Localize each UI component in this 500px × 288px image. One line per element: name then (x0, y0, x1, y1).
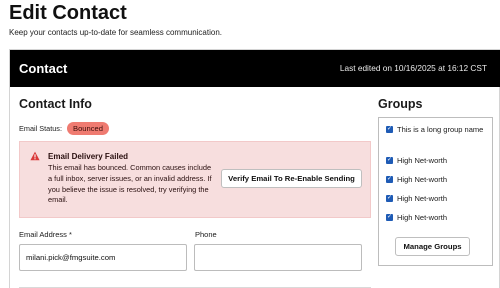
phone-label: Phone (195, 230, 217, 239)
card-header: Contact Last edited on 10/16/2025 at 16:… (10, 50, 500, 87)
alert-title: Email Delivery Failed (48, 152, 129, 161)
groups-panel: ✓ This is a long group name ✓ High Net-w… (378, 117, 493, 266)
email-field[interactable]: milani.pick@fmgsuite.com (19, 244, 187, 271)
checkbox-checked-icon[interactable]: ✓ (386, 157, 393, 164)
page-subtitle: Keep your contacts up-to-date for seamle… (9, 28, 222, 37)
contact-info-title: Contact Info (19, 97, 92, 111)
checkbox-checked-icon[interactable]: ✓ (386, 195, 393, 202)
group-item[interactable]: ✓ High Net-worth (386, 212, 447, 223)
group-label: High Net-worth (397, 194, 448, 203)
phone-field[interactable] (194, 244, 362, 271)
verify-email-button[interactable]: Verify Email To Re-Enable Sending (221, 169, 362, 188)
contact-card: Contact Last edited on 10/16/2025 at 16:… (9, 49, 500, 288)
bounce-alert: Email Delivery Failed This email has bou… (19, 141, 371, 218)
group-item[interactable]: ✓ High Net-worth (386, 155, 447, 166)
email-label: Email Address * (19, 230, 72, 239)
last-edited-text: Last edited on 10/16/2025 at 16:12 CST (339, 63, 487, 73)
group-label: High Net-worth (397, 213, 448, 222)
group-label: High Net-worth (397, 175, 448, 184)
email-status-row: Email Status: Bounced (19, 120, 109, 136)
alert-body: This email has bounced. Common causes in… (48, 163, 212, 205)
manage-groups-button[interactable]: Manage Groups (395, 237, 470, 256)
card-header-title: Contact (19, 61, 68, 76)
status-badge: Bounced (67, 121, 109, 135)
group-label: High Net-worth (397, 156, 448, 165)
checkbox-checked-icon[interactable]: ✓ (386, 126, 393, 133)
group-item[interactable]: ✓ High Net-worth (386, 174, 447, 185)
warning-triangle-icon (30, 151, 40, 161)
group-label: This is a long group name (397, 125, 484, 134)
group-item[interactable]: ✓ High Net-worth (386, 193, 447, 204)
page-title: Edit Contact (9, 2, 127, 24)
group-item[interactable]: ✓ This is a long group name (386, 124, 486, 135)
checkbox-checked-icon[interactable]: ✓ (386, 214, 393, 221)
checkbox-checked-icon[interactable]: ✓ (386, 176, 393, 183)
groups-title: Groups (378, 97, 423, 111)
email-status-label: Email Status: (19, 123, 62, 133)
